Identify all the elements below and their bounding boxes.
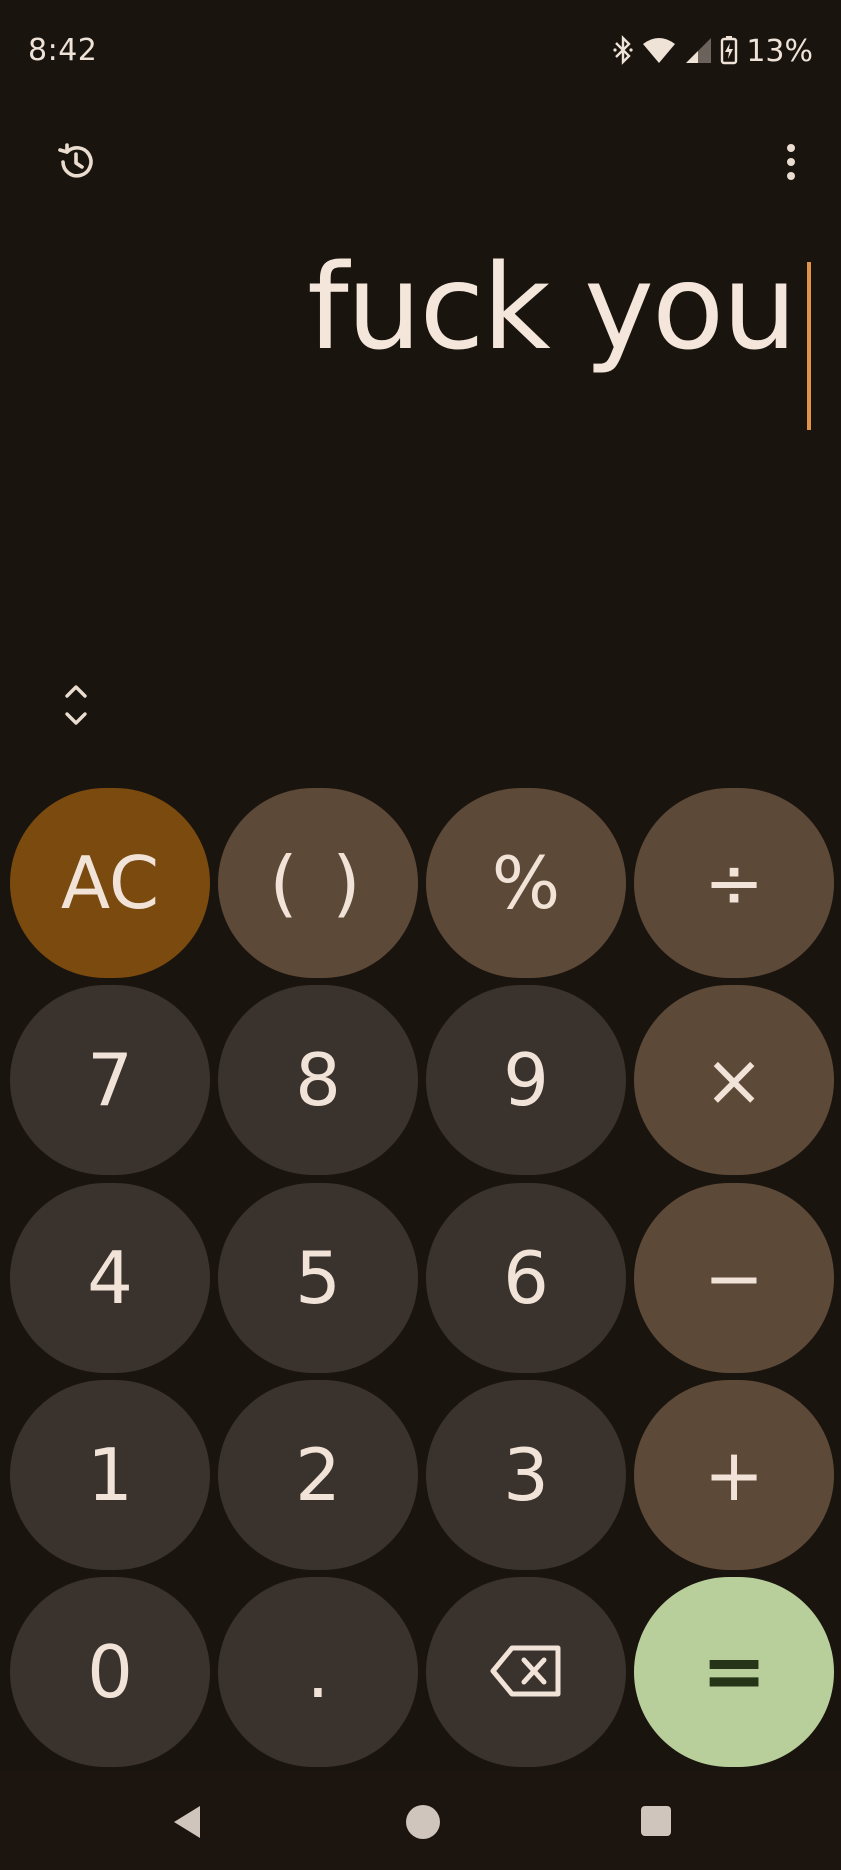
key-label: ÷ [703,841,765,925]
add-button[interactable]: + [634,1380,834,1570]
expand-collapse-icon [62,683,90,731]
expression-display[interactable]: fuck you [0,240,841,440]
key-label: 5 [295,1236,341,1320]
divide-button[interactable]: ÷ [634,788,834,978]
digit-5-button[interactable]: 5 [218,1183,418,1373]
history-icon [55,141,97,187]
key-label: 9 [503,1038,549,1122]
expand-keypad-button[interactable] [56,682,96,732]
battery-percent: 13% [746,34,813,69]
history-button[interactable] [46,134,106,194]
home-icon[interactable] [405,1804,441,1844]
percent-button[interactable]: % [426,788,626,978]
digit-0-button[interactable]: 0 [10,1577,210,1767]
backspace-icon [490,1630,562,1714]
digit-7-button[interactable]: 7 [10,985,210,1175]
key-label: % [491,841,561,925]
key-label: AC [60,841,160,925]
key-label: . [306,1630,330,1714]
status-bar: 8:42 13% [0,0,841,105]
equals-button[interactable]: = [634,1577,834,1767]
text-cursor [807,262,811,430]
status-time: 8:42 [28,33,98,68]
more-vertical-icon [785,142,797,186]
digit-4-button[interactable]: 4 [10,1183,210,1373]
battery-charging-icon [720,35,738,69]
back-icon[interactable] [170,1804,204,1844]
more-options-button[interactable] [766,134,816,194]
expression-text: fuck you [307,238,797,376]
digit-6-button[interactable]: 6 [426,1183,626,1373]
bluetooth-icon [612,34,634,69]
key-label: 2 [295,1433,341,1517]
parentheses-button[interactable]: ( ) [218,788,418,978]
key-label: + [703,1433,765,1517]
signal-icon [684,36,712,68]
digit-9-button[interactable]: 9 [426,985,626,1175]
digit-2-button[interactable]: 2 [218,1380,418,1570]
recents-icon[interactable] [640,1805,672,1841]
wifi-icon [642,36,676,68]
key-label: 4 [87,1236,133,1320]
subtract-button[interactable]: − [634,1183,834,1373]
key-label: − [703,1236,765,1320]
decimal-button[interactable]: . [218,1577,418,1767]
navigation-bar [0,1772,841,1870]
key-label: 6 [503,1236,549,1320]
digit-1-button[interactable]: 1 [10,1380,210,1570]
key-label: 3 [503,1433,549,1517]
status-icons: 13% [612,34,813,69]
key-label: 0 [87,1630,133,1714]
backspace-button[interactable] [426,1577,626,1767]
clear-button[interactable]: AC [10,788,210,978]
key-label: ( ) [269,841,367,925]
key-label: × [703,1038,765,1122]
key-label: 7 [87,1038,133,1122]
key-label: = [701,1627,767,1717]
key-label: 1 [87,1433,133,1517]
multiply-button[interactable]: × [634,985,834,1175]
digit-8-button[interactable]: 8 [218,985,418,1175]
digit-3-button[interactable]: 3 [426,1380,626,1570]
key-label: 8 [295,1038,341,1122]
